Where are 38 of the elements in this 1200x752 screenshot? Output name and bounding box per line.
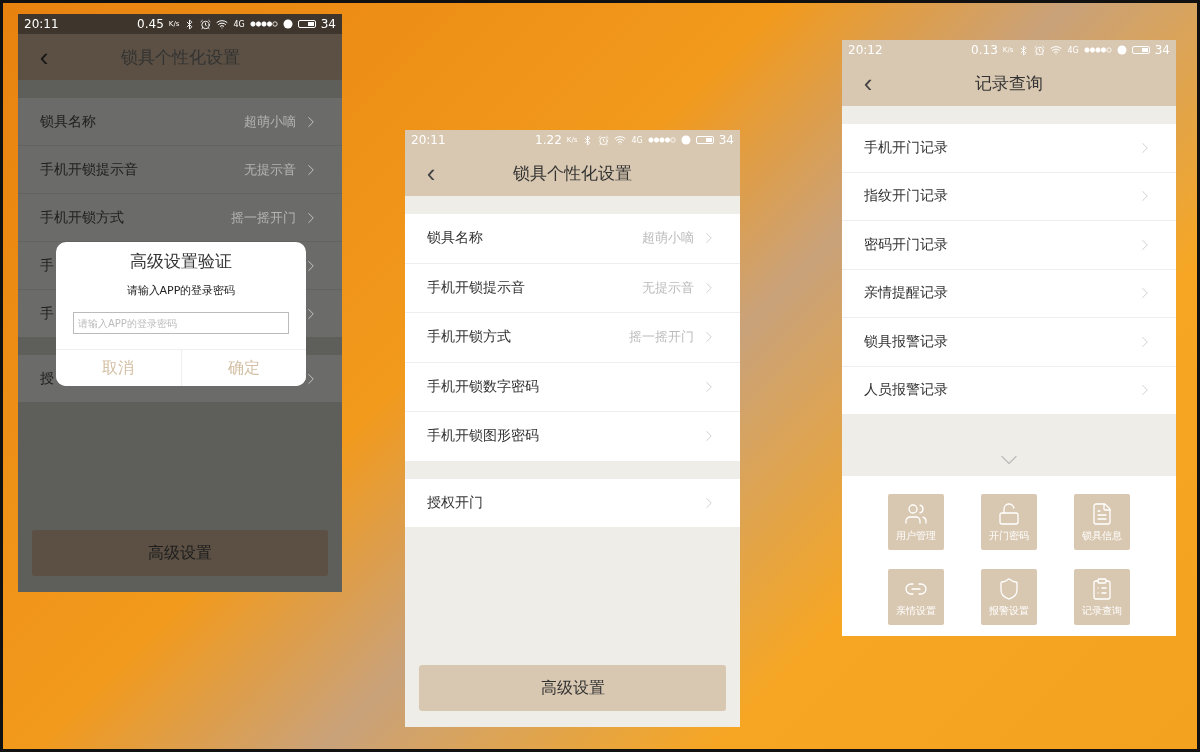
row-label: 手机开锁数字密码 [427, 377, 539, 396]
network-speed: 0.45 [137, 17, 164, 31]
row-label: 密码开门记录 [864, 235, 948, 254]
dialog-message: 请输入APP的登录密码 [126, 283, 236, 298]
row-label: 手机开锁提示音 [40, 160, 138, 179]
network-type: 4G [631, 135, 643, 145]
row-value: 无提示音 [244, 160, 296, 179]
row-label: 授 [40, 369, 54, 388]
row-value: 超萌小嘀 [244, 112, 296, 131]
battery-level: 34 [1154, 43, 1170, 57]
row-label: 手机开锁提示音 [427, 278, 525, 297]
row-label: 手机开门记录 [864, 138, 948, 157]
network-speed: 0.13 [971, 43, 998, 57]
battery-level: 34 [718, 133, 734, 147]
network-speed: 1.22 [535, 133, 562, 147]
row-label: 人员报警记录 [864, 381, 948, 400]
row-value: 超萌小嘀 [642, 229, 694, 248]
row-label: 锁具报警记录 [864, 332, 948, 351]
row-label: 授权开门 [427, 493, 483, 512]
network-type: 4G [1067, 45, 1079, 55]
row-label: 手机开锁方式 [427, 328, 511, 347]
screen-title: 锁具个性化设置 [512, 161, 633, 185]
row-label: 手 [40, 304, 54, 323]
status-time: 20:11 [24, 17, 59, 31]
row-label: 手 [40, 256, 54, 275]
row-label: 锁具名称 [40, 112, 96, 131]
network-type: 4G [233, 19, 245, 29]
battery-level: 34 [320, 17, 336, 31]
row-label: 锁具名称 [427, 229, 483, 248]
row-label: 手机开锁图形密码 [427, 427, 539, 446]
status-time: 20:11 [411, 133, 446, 147]
dialog-title: 高级设置验证 [130, 250, 232, 273]
row-label: 指纹开门记录 [864, 187, 948, 206]
screen-title: 记录查询 [974, 71, 1044, 95]
row-label: 手机开锁方式 [40, 208, 124, 227]
row-label: 亲情提醒记录 [864, 284, 948, 303]
row-value: 无提示音 [642, 278, 694, 297]
status-time: 20:12 [848, 43, 883, 57]
